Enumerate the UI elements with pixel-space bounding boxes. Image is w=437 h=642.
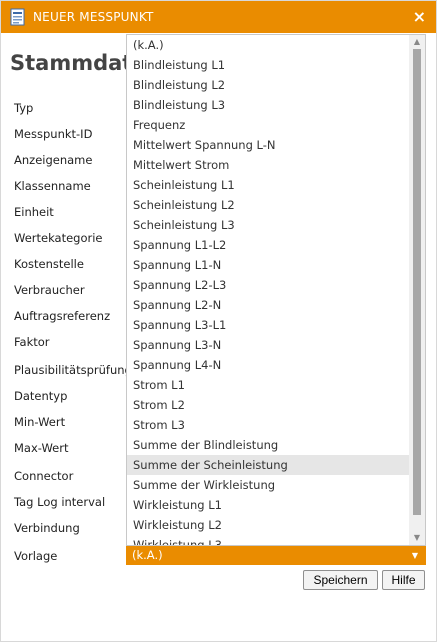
field-label: Min-Wert xyxy=(14,415,66,429)
dropdown-option[interactable]: Summe der Wirkleistung xyxy=(127,475,409,495)
dropdown-scrollbar[interactable]: ▲ ▼ xyxy=(409,35,425,545)
field-label: Wertekategorie xyxy=(14,231,103,245)
save-button[interactable]: Speichern xyxy=(303,570,378,590)
dropdown-option[interactable]: Spannung L4-N xyxy=(127,355,409,375)
dropdown-option[interactable]: Scheinleistung L3 xyxy=(127,215,409,235)
chevron-down-icon: ▼ xyxy=(411,551,418,560)
dropdown-option[interactable]: Scheinleistung L2 xyxy=(127,195,409,215)
dropdown-option[interactable]: Spannung L1-L2 xyxy=(127,235,409,255)
dropdown-option[interactable]: Summe der Scheinleistung xyxy=(127,455,409,475)
dropdown-options: (k.A.) Blindleistung L1 Blindleistung L2 Bl… xyxy=(127,35,409,545)
field-label: Klassenname xyxy=(14,179,91,193)
dropdown-option[interactable]: Wirkleistung L3 xyxy=(127,535,409,545)
vorlage-dropdown-list[interactable]: (k.A.) Blindleistung L1 Blindleistung L2 Bl… xyxy=(126,34,426,546)
vorlage-selected-value: (k.A.) xyxy=(132,548,163,562)
dropdown-option[interactable]: Blindleistung L3 xyxy=(127,95,409,115)
dropdown-option[interactable]: Spannung L1-N xyxy=(127,255,409,275)
dropdown-option[interactable]: Summe der Blindleistung xyxy=(127,435,409,455)
dropdown-option[interactable]: Wirkleistung L2 xyxy=(127,515,409,535)
field-label: Plausibilitätsprüfung xyxy=(14,363,132,377)
field-label: Messpunkt-ID xyxy=(14,127,93,141)
dropdown-option[interactable]: (k.A.) xyxy=(127,35,409,55)
new-measuring-point-dialog: NEUER MESSPUNKT × Stammdaten Typ Messpunk… xyxy=(0,0,437,642)
form-document-icon xyxy=(10,8,25,26)
scroll-up-arrow-icon[interactable]: ▲ xyxy=(409,36,425,48)
dropdown-option[interactable]: Wirkleistung L1 xyxy=(127,495,409,515)
close-icon[interactable]: × xyxy=(413,8,426,26)
field-label: Max-Wert xyxy=(14,441,69,455)
field-label: Vorlage xyxy=(14,549,58,563)
dropdown-option[interactable]: Mittelwert Spannung L-N xyxy=(127,135,409,155)
field-label: Connector xyxy=(14,469,74,483)
title-bar: NEUER MESSPUNKT × xyxy=(1,1,436,33)
dropdown-option[interactable]: Spannung L3-N xyxy=(127,335,409,355)
field-label: Auftragsreferenz xyxy=(14,309,111,323)
dropdown-option[interactable]: Blindleistung L2 xyxy=(127,75,409,95)
dropdown-option[interactable]: Strom L3 xyxy=(127,415,409,435)
field-label: Verbraucher xyxy=(14,283,85,297)
dropdown-option[interactable]: Strom L2 xyxy=(127,395,409,415)
field-label: Anzeigename xyxy=(14,153,93,167)
help-button[interactable]: Hilfe xyxy=(382,570,425,590)
dropdown-option[interactable]: Spannung L2-L3 xyxy=(127,275,409,295)
scrollbar-thumb[interactable] xyxy=(413,49,421,515)
dropdown-option[interactable]: Spannung L2-N xyxy=(127,295,409,315)
scroll-down-arrow-icon[interactable]: ▼ xyxy=(409,532,425,544)
dialog-title: NEUER MESSPUNKT xyxy=(33,10,154,24)
dropdown-option[interactable]: Spannung L3-L1 xyxy=(127,315,409,335)
field-label: Typ xyxy=(14,101,34,115)
dropdown-option[interactable]: Blindleistung L1 xyxy=(127,55,409,75)
vorlage-select[interactable]: (k.A.) ▼ xyxy=(126,546,426,565)
dropdown-option[interactable]: Mittelwert Strom xyxy=(127,155,409,175)
field-label: Einheit xyxy=(14,205,54,219)
field-label: Datentyp xyxy=(14,389,68,403)
dropdown-option[interactable]: Strom L1 xyxy=(127,375,409,395)
field-label: Faktor xyxy=(14,335,50,349)
field-label: Kostenstelle xyxy=(14,257,84,271)
field-label: Verbindung xyxy=(14,521,80,535)
field-label: Tag Log interval xyxy=(14,495,106,509)
dropdown-option[interactable]: Frequenz xyxy=(127,115,409,135)
dropdown-option[interactable]: Scheinleistung L1 xyxy=(127,175,409,195)
